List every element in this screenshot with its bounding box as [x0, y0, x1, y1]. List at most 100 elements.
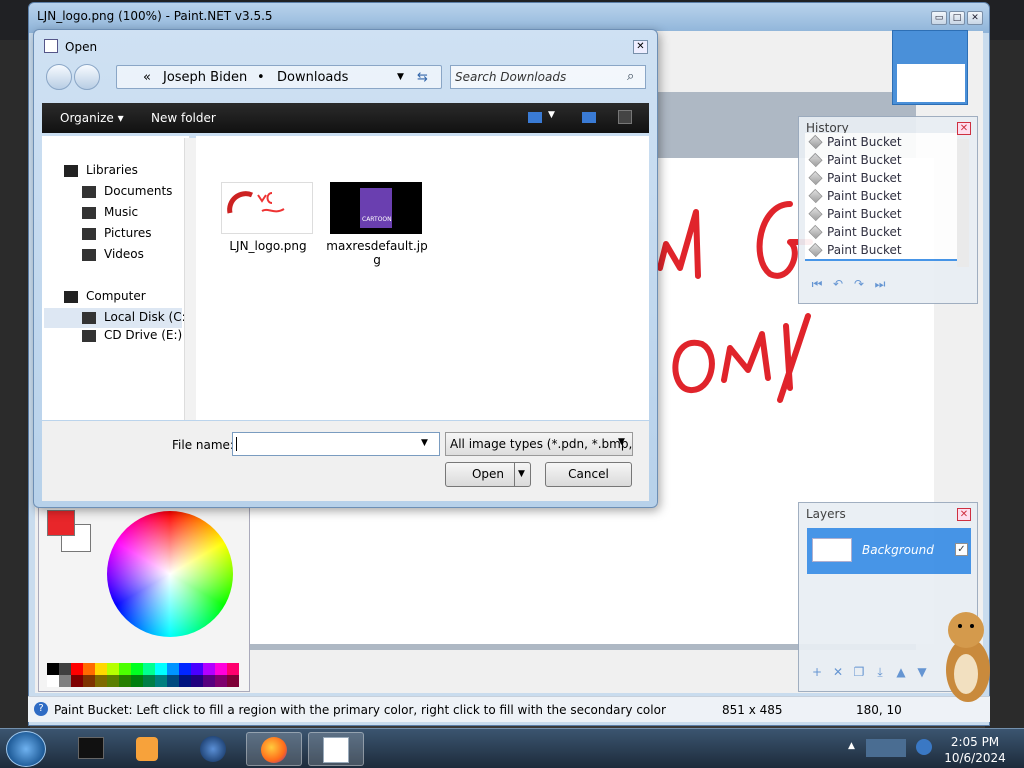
layer-visibility-checkbox[interactable]: ✓	[955, 543, 968, 556]
nav-documents[interactable]: Documents	[104, 184, 172, 198]
file-name-maxres[interactable]: maxresdefault.jpg	[324, 239, 430, 267]
palette-swatch[interactable]	[215, 675, 227, 687]
back-button[interactable]	[46, 64, 72, 90]
palette-swatch[interactable]	[47, 663, 59, 675]
palette-swatch[interactable]	[155, 675, 167, 687]
breadcrumb-overflow[interactable]: «	[143, 70, 151, 85]
add-layer-icon[interactable]: +	[809, 665, 825, 679]
palette-swatch[interactable]	[95, 663, 107, 675]
first-icon[interactable]: ⏮	[809, 277, 825, 291]
palette-swatch[interactable]	[227, 663, 239, 675]
undo-icon[interactable]: ↶	[830, 277, 846, 291]
address-dropdown-icon[interactable]: ▼	[397, 72, 404, 82]
clock[interactable]: 2:05 PM 10/6/2024	[940, 734, 1010, 766]
open-button[interactable]: Open ▼	[445, 462, 531, 487]
nav-local-disk[interactable]: Local Disk (C:)	[104, 310, 189, 324]
address-bar[interactable]: « Joseph Biden • Downloads ▼ ⇆	[116, 65, 442, 89]
nav-music[interactable]: Music	[104, 205, 138, 219]
nav-computer[interactable]: Computer	[86, 289, 146, 303]
taskbar-globe[interactable]	[186, 732, 242, 766]
palette-swatch[interactable]	[71, 663, 83, 675]
palette-swatch[interactable]	[131, 675, 143, 687]
search-input[interactable]: Search Downloads	[455, 70, 566, 84]
taskbar-explorer[interactable]	[64, 732, 120, 766]
nav-cd-drive[interactable]: CD Drive (E:)	[104, 328, 182, 342]
palette-swatch[interactable]	[191, 663, 203, 675]
history-item[interactable]: Paint Bucket	[805, 133, 957, 151]
history-item[interactable]: Paint Bucket	[805, 241, 957, 259]
merge-layer-icon[interactable]: ⤓	[872, 665, 888, 679]
nav-videos[interactable]: Videos	[104, 247, 144, 261]
start-button[interactable]	[6, 731, 46, 767]
minimize-button[interactable]: ▭	[931, 11, 947, 25]
move-down-icon[interactable]: ▼	[914, 665, 930, 679]
file-name-dropdown-icon[interactable]: ▼	[421, 438, 428, 448]
palette-swatch[interactable]	[155, 663, 167, 675]
history-item[interactable]: Paint Bucket	[805, 151, 957, 169]
palette-swatch[interactable]	[227, 675, 239, 687]
history-item[interactable]: Paint Bucket	[805, 169, 957, 187]
image-thumbnail-panel[interactable]	[892, 30, 968, 105]
forward-button[interactable]	[74, 64, 100, 90]
palette-swatch[interactable]	[119, 663, 131, 675]
palette-swatch[interactable]	[167, 675, 179, 687]
file-name-input[interactable]: ▼	[232, 432, 440, 456]
file-name-ljn[interactable]: LJN_logo.png	[218, 239, 318, 253]
maximize-button[interactable]: □	[949, 11, 965, 25]
nav-scrollbar[interactable]	[184, 138, 196, 420]
palette-swatch[interactable]	[179, 675, 191, 687]
file-type-dropdown-icon[interactable]: ▼	[618, 437, 625, 447]
tray-icons[interactable]	[866, 739, 906, 757]
palette-swatch[interactable]	[107, 663, 119, 675]
palette-swatch[interactable]	[179, 663, 191, 675]
history-close-button[interactable]: ✕	[957, 122, 971, 135]
palette-swatch[interactable]	[71, 675, 83, 687]
history-item[interactable]: Paint Bucket	[805, 223, 957, 241]
view-dropdown-icon[interactable]: ▼	[548, 110, 555, 120]
organize-button[interactable]: Organize ▾	[60, 111, 124, 125]
layers-close-button[interactable]: ✕	[957, 508, 971, 521]
history-item[interactable]: Paint Bucket	[805, 187, 957, 205]
palette-swatch[interactable]	[83, 663, 95, 675]
cancel-button[interactable]: Cancel	[545, 462, 632, 487]
preview-pane-icon[interactable]	[582, 112, 596, 123]
file-thumbnail-maxres[interactable]: CARTOON	[330, 182, 422, 234]
palette-swatch[interactable]	[119, 675, 131, 687]
taskbar-firefox[interactable]	[246, 732, 302, 766]
view-icon[interactable]	[528, 112, 542, 123]
history-scrollbar[interactable]	[957, 139, 969, 267]
dialog-close-button[interactable]: ✕	[633, 40, 648, 54]
history-item[interactable]: Paint Bucket	[805, 259, 957, 261]
palette-swatch[interactable]	[59, 675, 71, 687]
layer-row[interactable]: Background ✓	[807, 528, 971, 574]
duplicate-layer-icon[interactable]: ❐	[851, 665, 867, 679]
palette-swatch[interactable]	[95, 675, 107, 687]
nav-libraries[interactable]: Libraries	[86, 163, 138, 177]
tray-expand-icon[interactable]: ▲	[848, 741, 855, 751]
color-wheel[interactable]	[107, 511, 233, 637]
history-item[interactable]: Paint Bucket	[805, 205, 957, 223]
primary-color-swatch[interactable]	[47, 510, 75, 536]
palette-swatch[interactable]	[143, 675, 155, 687]
file-thumbnail-ljn[interactable]	[221, 182, 313, 234]
move-up-icon[interactable]: ▲	[893, 665, 909, 679]
new-folder-button[interactable]: New folder	[151, 111, 216, 125]
taskbar-paintnet[interactable]	[308, 732, 364, 766]
file-type-select[interactable]: All image types (*.pdn, *.bmp, *	[445, 432, 633, 456]
palette-swatch[interactable]	[167, 663, 179, 675]
palette-swatch[interactable]	[47, 675, 59, 687]
palette-swatch[interactable]	[83, 675, 95, 687]
breadcrumb-user[interactable]: Joseph Biden	[163, 70, 247, 85]
palette-swatch[interactable]	[191, 675, 203, 687]
refresh-icon[interactable]: ⇆	[417, 70, 428, 85]
breadcrumb-downloads[interactable]: Downloads	[277, 70, 348, 85]
palette-swatch[interactable]	[143, 663, 155, 675]
taskbar-media-player[interactable]	[120, 732, 176, 766]
palette-swatch[interactable]	[107, 675, 119, 687]
palette-swatch[interactable]	[59, 663, 71, 675]
close-button[interactable]: ✕	[967, 11, 983, 25]
network-icon[interactable]	[916, 739, 932, 755]
last-icon[interactable]: ⏭	[872, 277, 888, 291]
palette-swatch[interactable]	[203, 663, 215, 675]
palette-swatch[interactable]	[203, 675, 215, 687]
